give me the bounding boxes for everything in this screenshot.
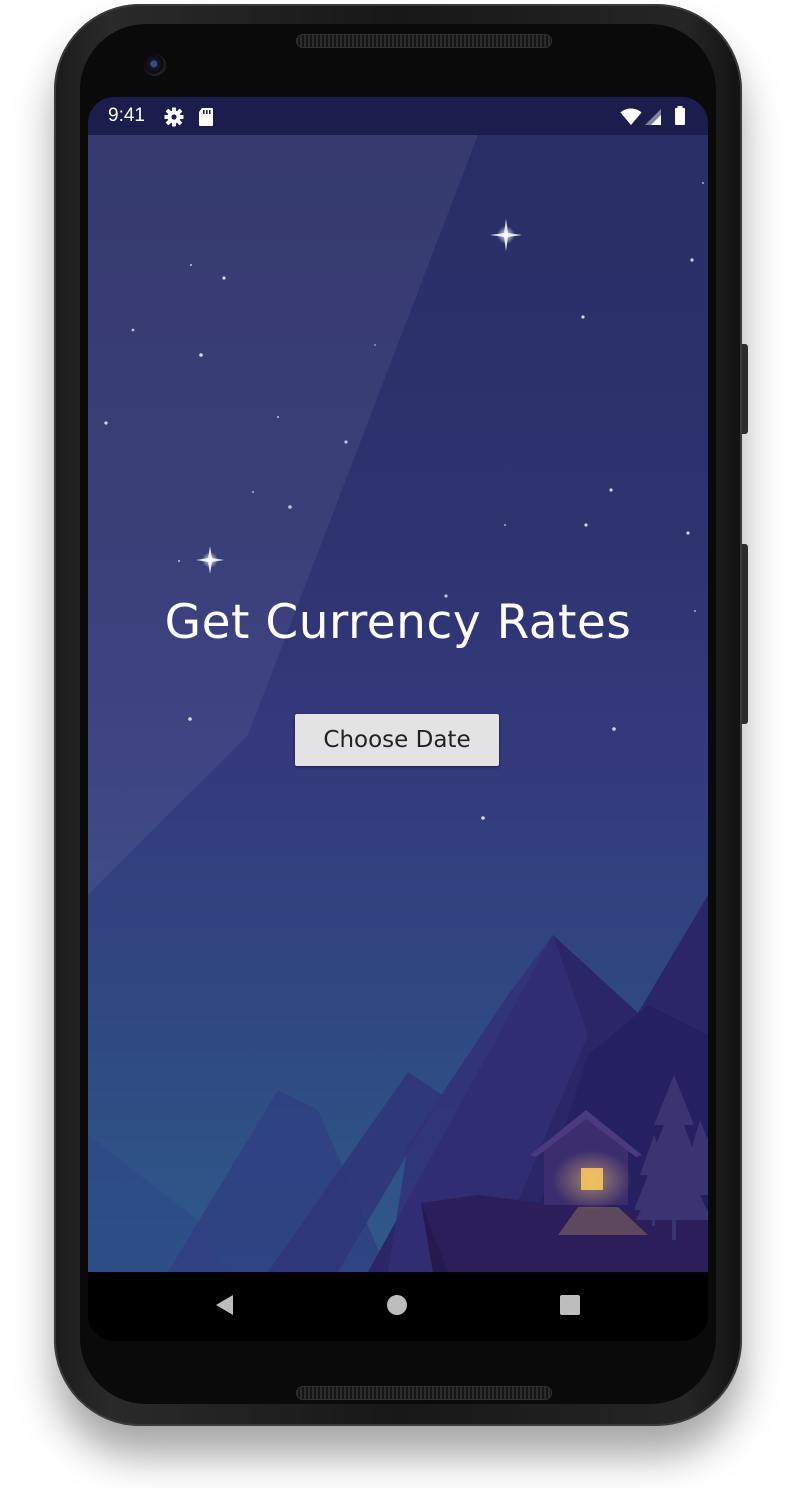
volume-button	[742, 544, 748, 724]
status-time: 9:41	[108, 105, 145, 126]
page-title: Get Currency Rates	[164, 595, 632, 650]
recents-button[interactable]	[555, 1292, 585, 1322]
sd-card-icon	[198, 107, 214, 131]
cellular-signal-icon	[644, 108, 662, 130]
recents-square-icon	[558, 1293, 582, 1321]
back-triangle-icon	[213, 1293, 235, 1321]
front-camera	[144, 54, 166, 76]
phone-screen: 9:41 Get Currency Rates Choose Date	[88, 97, 708, 1341]
gear-icon	[164, 107, 184, 131]
home-circle-icon	[385, 1293, 409, 1321]
app-background: Get Currency Rates Choose Date	[88, 135, 708, 1272]
back-button[interactable]	[209, 1292, 239, 1322]
choose-date-button[interactable]: Choose Date	[295, 714, 499, 766]
wifi-icon	[620, 108, 642, 130]
battery-icon	[674, 106, 686, 130]
home-button[interactable]	[382, 1292, 412, 1322]
status-bar: 9:41	[88, 97, 708, 135]
night-mountain-illustration	[88, 135, 708, 1272]
phone-device-frame: 9:41 Get Currency Rates Choose Date	[54, 4, 748, 1426]
navigation-bar	[88, 1272, 708, 1341]
top-speaker	[296, 34, 552, 48]
bottom-speaker	[296, 1386, 552, 1400]
power-button	[742, 344, 748, 434]
